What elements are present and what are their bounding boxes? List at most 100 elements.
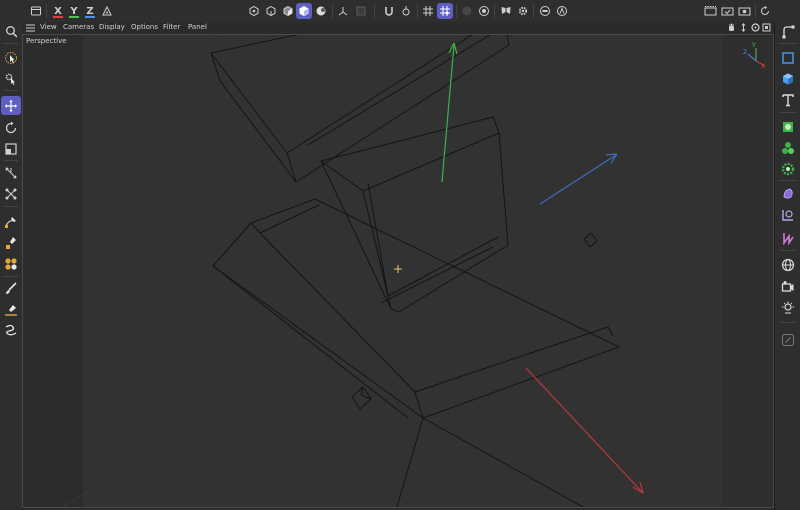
orbit-icon[interactable]	[751, 23, 760, 34]
perspective-viewport[interactable]: Y X Z Perspective	[22, 34, 774, 508]
field-icon[interactable]	[778, 205, 798, 224]
magnet-snap-icon[interactable]	[381, 3, 397, 19]
wireframe-model	[210, 35, 620, 507]
model-mode-icon[interactable]	[296, 3, 312, 19]
undo-stack-icon[interactable]	[28, 3, 44, 19]
transform-icon[interactable]	[1, 163, 21, 182]
knife-tool-icon[interactable]	[1, 233, 21, 252]
hd-view-icon[interactable]	[537, 3, 553, 19]
pan-hand-icon[interactable]	[727, 23, 736, 34]
effector-icon[interactable]	[778, 159, 798, 178]
mograph-cloner-icon[interactable]	[778, 138, 798, 157]
palette-separator	[780, 43, 796, 44]
render-picture-viewer-icon[interactable]	[719, 3, 735, 19]
sketch-tool-icon[interactable]	[1, 320, 21, 339]
cube-object-icon[interactable]	[778, 69, 798, 88]
scene-canvas[interactable]: Y X Z	[23, 35, 773, 507]
svg-text:Y: Y	[751, 42, 756, 49]
axis-y-label: Y	[70, 5, 78, 17]
environment-icon[interactable]	[778, 255, 798, 274]
right-object-palette	[774, 22, 800, 510]
edges-mode-icon[interactable]	[263, 3, 279, 19]
quantize-icon[interactable]	[437, 3, 453, 19]
points-mode-icon[interactable]	[246, 3, 262, 19]
move-icon[interactable]	[1, 96, 21, 115]
palette-separator	[780, 180, 796, 181]
palette-separator	[4, 206, 18, 207]
scene-axes	[441, 42, 644, 494]
menu-cameras[interactable]: Cameras	[63, 23, 94, 31]
workplane-icon[interactable]	[459, 3, 475, 19]
palette-separator	[4, 160, 18, 161]
text-object-icon[interactable]	[778, 90, 798, 109]
toolbar-separator	[494, 4, 495, 18]
deformer-icon[interactable]	[778, 184, 798, 203]
select-tools-icon[interactable]	[1, 69, 21, 88]
solo-icon[interactable]	[353, 3, 369, 19]
palette-separator	[780, 250, 796, 251]
gear-icon[interactable]	[515, 3, 531, 19]
menu-filter[interactable]: Filter	[163, 23, 180, 31]
hamburger-menu-icon[interactable]	[26, 24, 35, 34]
scale-icon[interactable]	[1, 139, 21, 158]
toolbar-separator	[374, 4, 375, 18]
camera-icon[interactable]	[778, 277, 798, 296]
generator-icon[interactable]	[778, 117, 798, 136]
menu-options[interactable]: Options	[131, 23, 158, 31]
spline-tool-icon[interactable]	[1, 254, 21, 273]
z-axis-line	[539, 154, 617, 205]
tag-icon[interactable]	[778, 330, 798, 349]
render-view-icon[interactable]	[702, 3, 718, 19]
cube-primitive-icon[interactable]	[778, 48, 798, 67]
grid-lines	[62, 35, 317, 507]
volume-icon[interactable]	[778, 228, 798, 247]
axis-y-underline	[69, 16, 79, 18]
svg-text:X: X	[761, 63, 765, 70]
toolbar-separator	[417, 4, 418, 18]
symmetry-icon[interactable]	[498, 3, 514, 19]
coordinate-system-icon[interactable]	[99, 3, 115, 19]
snap-settings-icon[interactable]	[398, 3, 414, 19]
menu-view[interactable]: View	[40, 23, 57, 31]
locked-workplane-icon[interactable]	[476, 3, 492, 19]
live-selection-icon[interactable]	[1, 48, 21, 67]
toolbar-separator	[332, 4, 333, 18]
search-icon[interactable]	[1, 22, 21, 41]
spline-curve-icon[interactable]	[778, 22, 798, 41]
toolbar-separator	[456, 4, 457, 18]
brush-tool-icon[interactable]	[1, 279, 21, 298]
toolbar-separator	[46, 4, 47, 18]
left-tool-palette	[0, 22, 23, 510]
axis-x-label: X	[54, 5, 62, 17]
menu-display[interactable]: Display	[99, 23, 125, 31]
paint-tool-icon[interactable]	[1, 300, 21, 319]
texture-mode-icon[interactable]	[313, 3, 329, 19]
points-tool-icon[interactable]	[1, 184, 21, 203]
viewport-menubar: View Cameras Display Options Filter Pane…	[22, 22, 774, 34]
attribute-icon[interactable]	[554, 3, 570, 19]
light-icon[interactable]	[778, 298, 798, 317]
pivot-crosshair	[394, 265, 402, 273]
toolbar-separator	[755, 4, 756, 18]
refresh-icon[interactable]	[757, 3, 773, 19]
render-settings-icon[interactable]	[736, 3, 752, 19]
rotate-icon[interactable]	[1, 118, 21, 137]
pen-tool-icon[interactable]	[1, 212, 21, 231]
axis-x-button[interactable]: X	[50, 3, 66, 19]
x-axis-line	[525, 367, 644, 494]
palette-separator	[780, 322, 796, 323]
axis-z-button[interactable]: Z	[82, 3, 98, 19]
menu-panel[interactable]: Panel	[188, 23, 207, 31]
axis-z-label: Z	[86, 5, 94, 17]
palette-separator	[4, 276, 18, 277]
y-axis-line	[441, 44, 455, 183]
polygons-mode-icon[interactable]	[280, 3, 296, 19]
palette-separator	[4, 43, 18, 44]
axis-y-button[interactable]: Y	[66, 3, 82, 19]
axis-mode-icon[interactable]	[335, 3, 351, 19]
grid-snap-icon[interactable]	[420, 3, 436, 19]
axis-z-underline	[85, 16, 95, 18]
maximize-view-icon[interactable]	[762, 23, 771, 34]
zoom-arrows-icon[interactable]	[739, 23, 748, 34]
view-label: Perspective	[26, 37, 67, 45]
